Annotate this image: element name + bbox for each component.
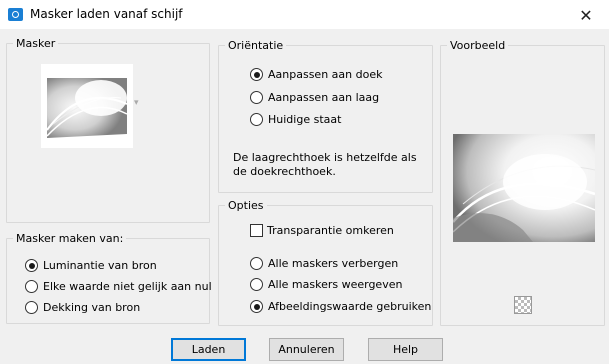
radio-label: Aanpassen aan laag [268, 91, 380, 104]
maken-group: Masker maken van: Luminantie van bron El… [6, 231, 212, 324]
radio-button[interactable] [250, 68, 263, 81]
orientatie-info: De laagrechthoek is hetzelfde als de doe… [233, 151, 417, 179]
app-icon [8, 8, 23, 21]
radio-label: Huidige staat [268, 113, 342, 126]
radio-button[interactable] [25, 259, 38, 272]
laden-button[interactable]: Laden [171, 338, 246, 361]
masker-legend: Masker [13, 36, 59, 51]
radio-label: Luminantie van bron [43, 259, 157, 272]
radio-aanpassen-laag[interactable]: Aanpassen aan laag [250, 91, 379, 104]
preview-image [452, 134, 596, 242]
voorbeeld-group: Voorbeeld [440, 38, 605, 326]
radio-label: Elke waarde niet gelijk aan nul [43, 280, 212, 293]
radio-afbeeldingswaarde[interactable]: Afbeeldingswaarde gebruiken [250, 300, 431, 313]
masker-dropdown-arrow[interactable]: ▾ [134, 98, 139, 108]
orientatie-group: Oriëntatie Aanpassen aan doek Aanpassen … [218, 38, 433, 193]
radio-luminantie[interactable]: Luminantie van bron [25, 259, 157, 272]
radio-dekking[interactable]: Dekking van bron [25, 301, 140, 314]
radio-weergeven[interactable]: Alle maskers weergeven [250, 278, 402, 291]
maken-legend: Masker maken van: [13, 231, 127, 246]
preview-svg [452, 134, 596, 242]
info-line-1: De laagrechthoek is hetzelfde als [233, 151, 417, 164]
mask-thumbnail[interactable] [41, 64, 133, 148]
radio-button[interactable] [25, 301, 38, 314]
voorbeeld-legend: Voorbeeld [447, 38, 509, 53]
radio-button[interactable] [250, 113, 263, 126]
masker-group: Masker ▾ [6, 36, 210, 223]
checkbox-transparantie[interactable]: Transparantie omkeren [250, 224, 394, 237]
radio-button[interactable] [250, 278, 263, 291]
orientatie-legend: Oriëntatie [225, 38, 287, 53]
radio-verbergen[interactable]: Alle maskers verbergen [250, 257, 398, 270]
radio-label: Alle maskers weergeven [268, 278, 403, 291]
window-title: Masker laden vanaf schijf [30, 7, 183, 21]
radio-label: Dekking van bron [43, 301, 141, 314]
radio-button[interactable] [250, 91, 263, 104]
radio-aanpassen-doek[interactable]: Aanpassen aan doek [250, 68, 382, 81]
opties-legend: Opties [225, 198, 267, 213]
radio-button[interactable] [250, 300, 263, 313]
annuleren-button[interactable]: Annuleren [269, 338, 344, 361]
radio-elke-waarde[interactable]: Elke waarde niet gelijk aan nul [25, 280, 212, 293]
title-bar: Masker laden vanaf schijf ✕ [0, 0, 609, 30]
radio-button[interactable] [250, 257, 263, 270]
radio-label: Alle maskers verbergen [268, 257, 399, 270]
help-button[interactable]: Help [368, 338, 443, 361]
checkbox[interactable] [250, 224, 263, 237]
transparency-toggle-icon[interactable] [514, 296, 532, 314]
checkbox-label: Transparantie omkeren [267, 224, 394, 237]
radio-button[interactable] [25, 280, 38, 293]
radio-label: Afbeeldingswaarde gebruiken [268, 300, 432, 313]
close-button[interactable]: ✕ [563, 0, 609, 30]
radio-label: Aanpassen aan doek [268, 68, 383, 81]
opties-group: Opties Transparantie omkeren Alle masker… [218, 198, 433, 326]
mask-thumbnail-image [41, 64, 133, 148]
info-line-2: de doekrechthoek. [233, 165, 336, 178]
radio-huidige-staat[interactable]: Huidige staat [250, 113, 341, 126]
